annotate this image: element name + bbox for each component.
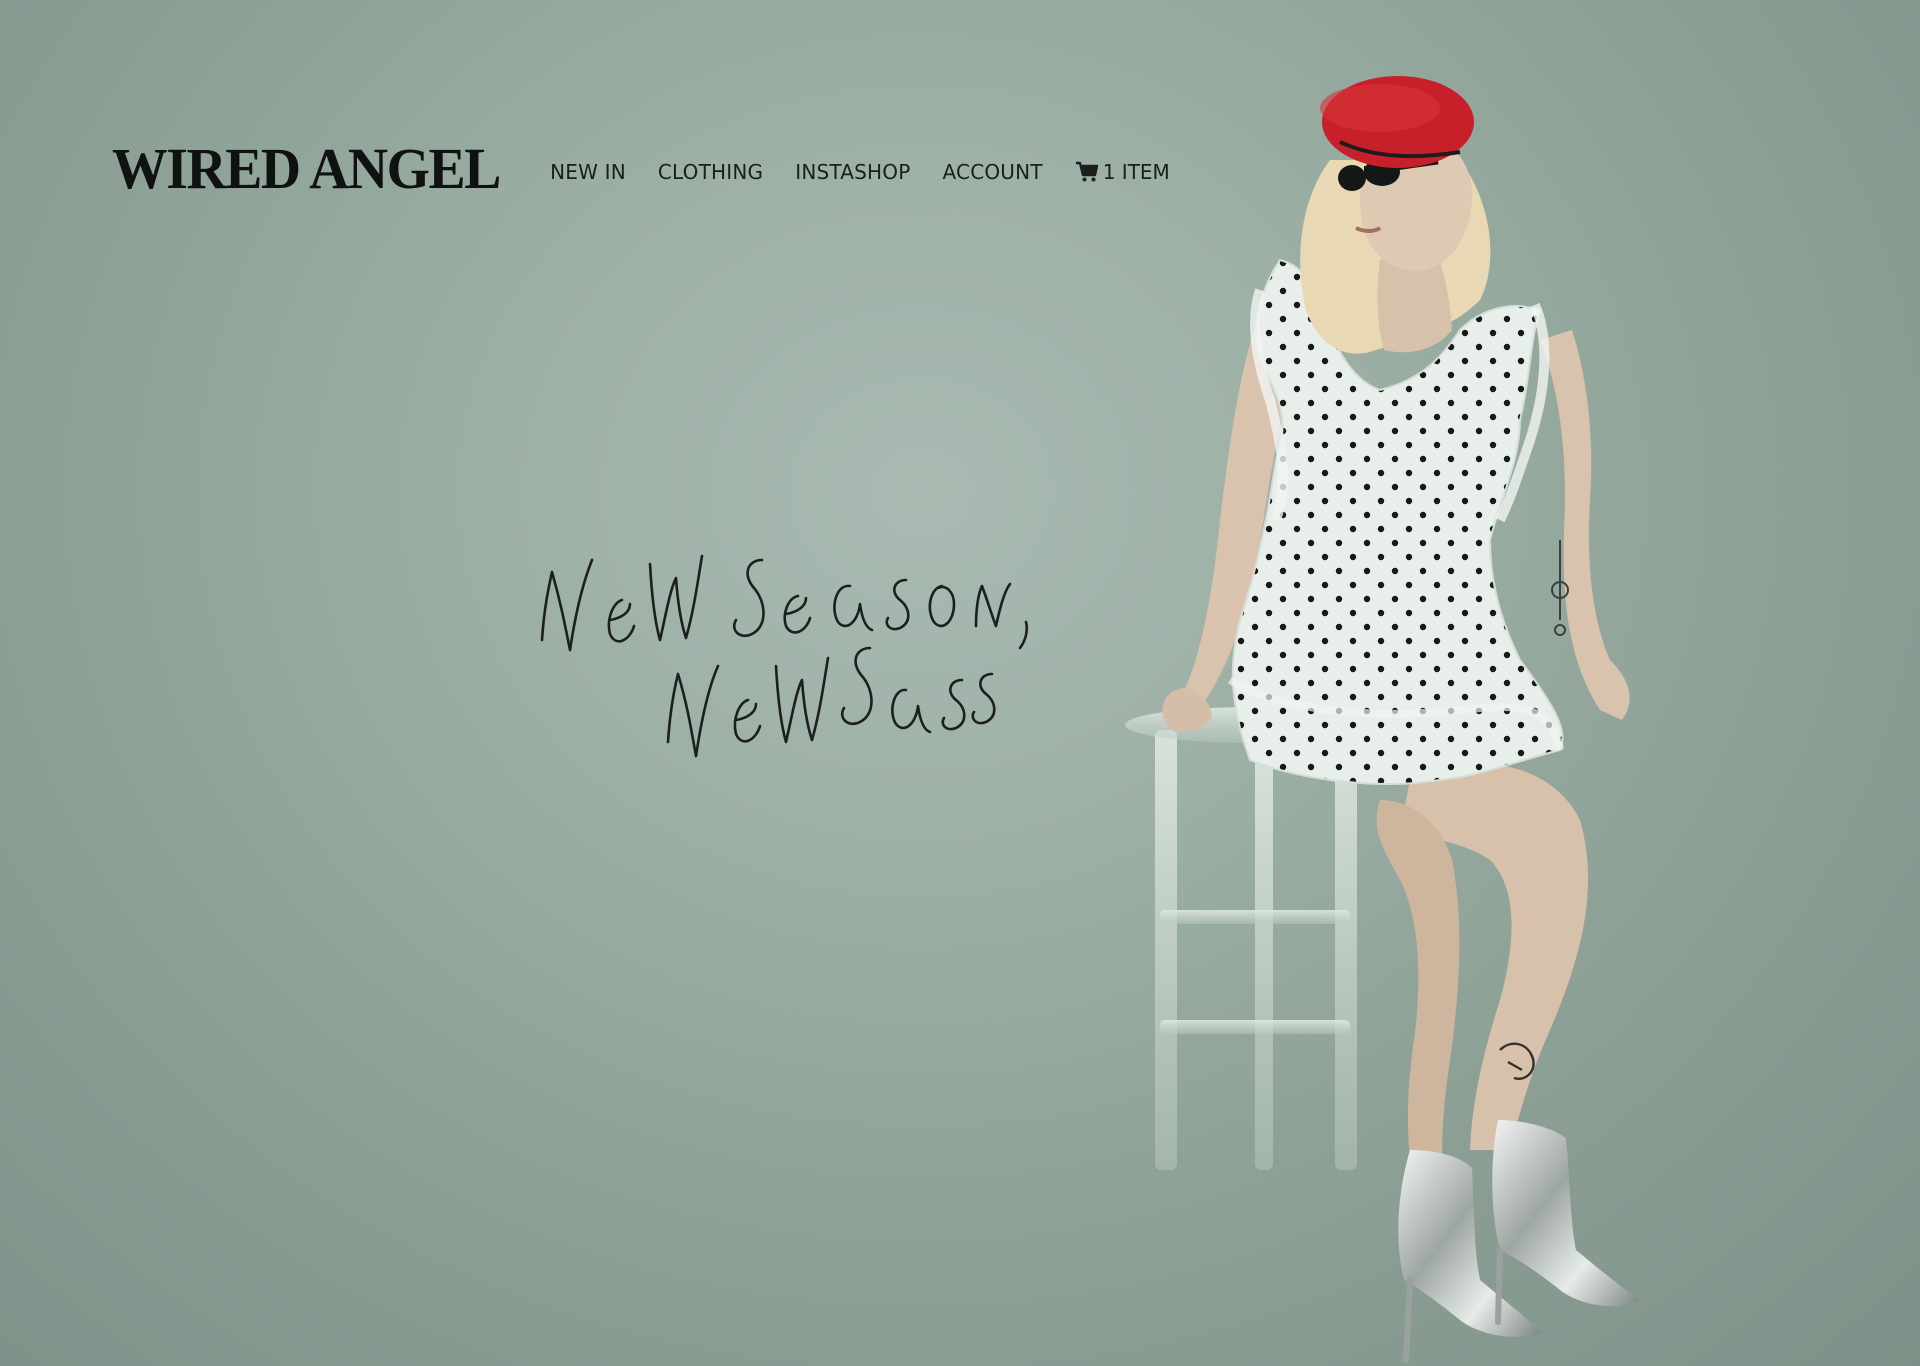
hero-banner: WIRED ANGEL NEW IN CLOTHING INSTASHOP AC… bbox=[0, 0, 1920, 1366]
nav-item-new-in[interactable]: NEW IN bbox=[550, 160, 626, 184]
nav-item-instashop[interactable]: INSTASHOP bbox=[795, 160, 910, 184]
site-logo[interactable]: WIRED ANGEL bbox=[112, 140, 501, 198]
beret bbox=[1320, 76, 1474, 168]
silver-boots bbox=[1398, 1120, 1640, 1363]
main-nav: NEW IN CLOTHING INSTASHOP ACCOUNT 1 ITEM bbox=[550, 160, 1170, 184]
hero-model-image bbox=[1125, 76, 1640, 1363]
nav-item-clothing[interactable]: CLOTHING bbox=[658, 160, 763, 184]
site-header: WIRED ANGEL NEW IN CLOTHING INSTASHOP AC… bbox=[112, 140, 1170, 198]
hero-tagline bbox=[540, 554, 1029, 758]
nav-item-account[interactable]: ACCOUNT bbox=[943, 160, 1043, 184]
